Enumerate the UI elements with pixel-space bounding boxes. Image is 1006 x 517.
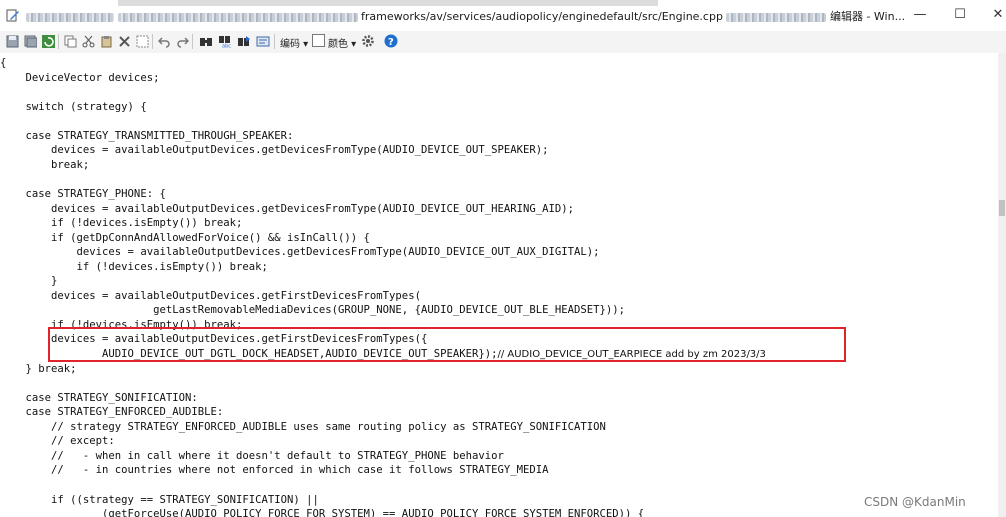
code-line: if (!devices.isEmpty()) break; [0, 216, 242, 230]
code-line-text: // - in countries where not enforced in … [0, 464, 549, 477]
redo-icon[interactable] [174, 33, 190, 49]
code-line: } [0, 274, 57, 288]
save-all-icon[interactable] [22, 33, 38, 49]
help-icon[interactable]: ? [383, 33, 399, 49]
svg-text:?: ? [388, 37, 394, 48]
code-line: } break; [0, 362, 77, 376]
save-icon[interactable] [4, 33, 20, 49]
find-replace-icon[interactable]: abc [217, 33, 233, 49]
separator [192, 34, 193, 49]
select-all-icon[interactable] [134, 33, 150, 49]
code-line-text: switch (strategy) { [0, 100, 147, 113]
code-line-text: if (getDpConnAndAllowedForVoice() && isI… [0, 231, 370, 244]
code-line-text: case STRATEGY_ENFORCED_AUDIBLE: [0, 406, 224, 419]
color-dropdown[interactable]: 颜色 ▾ [328, 35, 356, 50]
code-line: { [0, 56, 6, 70]
code-line-text: } break; [0, 362, 77, 375]
code-line-text: devices = availableOutputDevices.getDevi… [0, 202, 575, 215]
goto-line-icon[interactable] [255, 33, 271, 49]
color-checkbox[interactable] [312, 34, 325, 47]
code-line: // strategy STRATEGY_ENFORCED_AUDIBLE us… [0, 420, 606, 434]
code-line-text: getLastRemovableMediaDevices(GROUP_NONE,… [0, 304, 626, 317]
code-line: // - when in call where it doesn't defau… [0, 449, 504, 463]
code-line-text: // - when in call where it doesn't defau… [0, 449, 504, 462]
blurred-text [117, 12, 358, 22]
code-line: case STRATEGY_SONIFICATION: [0, 391, 198, 405]
copy-icon[interactable] [62, 33, 78, 49]
find-icon[interactable] [198, 33, 214, 49]
code-line: devices = availableOutputDevices.getDevi… [0, 143, 549, 157]
undo-icon[interactable] [156, 33, 172, 49]
highlight-annotation-box [48, 327, 846, 362]
code-line: devices = availableOutputDevices.getFirs… [0, 289, 421, 303]
code-line-text: { [0, 57, 7, 69]
code-line-text: case STRATEGY_SONIFICATION: [0, 391, 198, 404]
code-line-text: } [0, 275, 58, 288]
code-line-text: devices = availableOutputDevices.getDevi… [0, 246, 600, 259]
refresh-icon[interactable] [40, 33, 56, 49]
toolbar: abc 编码 ▾ 颜色 ▾ ? [0, 31, 1006, 54]
code-line-text: DeviceVector devices; [0, 71, 160, 84]
code-line-text: if ((strategy == STRATEGY_SONIFICATION) … [0, 493, 319, 506]
notepad-edit-icon [6, 9, 19, 22]
scrollbar-thumb[interactable] [999, 200, 1005, 216]
blurred-text [26, 12, 114, 22]
separator [274, 34, 275, 49]
code-line: (getForceUse(AUDIO_POLICY_FORCE_FOR_SYST… [0, 507, 644, 517]
code-line-text: if (!devices.isEmpty()) break; [0, 260, 268, 273]
code-line: getLastRemovableMediaDevices(GROUP_NONE,… [0, 303, 625, 317]
cut-icon[interactable] [80, 33, 96, 49]
code-line-text: case STRATEGY_TRANSMITTED_THROUGH_SPEAKE… [0, 129, 294, 142]
code-line-text: // except: [0, 435, 115, 448]
paste-icon[interactable] [98, 33, 114, 49]
code-line-text: // strategy STRATEGY_ENFORCED_AUDIBLE us… [0, 420, 606, 433]
code-line: break; [0, 158, 89, 172]
code-line-text: case STRATEGY_PHONE: { [0, 187, 166, 200]
code-line-text: if (!devices.isEmpty()) break; [0, 217, 243, 230]
code-line-text: (getForceUse(AUDIO_POLICY_FORCE_FOR_SYST… [0, 508, 645, 517]
delete-icon[interactable] [116, 33, 132, 49]
title-bar: frameworks/av/services/audiopolicy/engin… [0, 0, 1006, 32]
window-title: frameworks/av/services/audiopolicy/engin… [26, 8, 905, 24]
separator [152, 34, 153, 49]
code-line: devices = availableOutputDevices.getDevi… [0, 245, 600, 259]
code-line: // - in countries where not enforced in … [0, 463, 549, 477]
maximize-button[interactable]: ☐ [950, 6, 970, 24]
title-tab-blur [118, 0, 658, 6]
app-name: 编辑器 - Win... [829, 10, 906, 23]
minimize-button[interactable]: — [910, 6, 930, 24]
close-button[interactable]: ✕ [988, 6, 1006, 24]
code-editor[interactable]: { DeviceVector devices; switch (strategy… [0, 53, 998, 517]
vertical-scrollbar[interactable] [998, 53, 1006, 517]
code-line: switch (strategy) { [0, 100, 147, 114]
csdn-watermark: CSDN @KdanMin [864, 495, 966, 509]
code-line: devices = availableOutputDevices.getDevi… [0, 202, 574, 216]
blurred-text [726, 12, 827, 22]
code-line: case STRATEGY_PHONE: { [0, 187, 166, 201]
code-line: DeviceVector devices; [0, 71, 160, 85]
code-line: // except: [0, 434, 115, 448]
code-line: if (!devices.isEmpty()) break; [0, 260, 268, 274]
code-line: case STRATEGY_TRANSMITTED_THROUGH_SPEAKE… [0, 129, 294, 143]
code-line: case STRATEGY_ENFORCED_AUDIBLE: [0, 405, 224, 419]
svg-text:abc: abc [222, 43, 231, 48]
separator [58, 34, 59, 49]
code-line-text: devices = availableOutputDevices.getDevi… [0, 144, 549, 157]
code-line-text: devices = availableOutputDevices.getFirs… [0, 289, 421, 302]
settings-icon[interactable] [360, 33, 376, 49]
code-line-text: break; [0, 158, 90, 171]
code-line: if (getDpConnAndAllowedForVoice() && isI… [0, 231, 370, 245]
encoding-dropdown[interactable]: 编码 ▾ [280, 35, 308, 50]
code-line: if ((strategy == STRATEGY_SONIFICATION) … [0, 493, 319, 507]
file-path: frameworks/av/services/audiopolicy/engin… [361, 10, 723, 23]
find-next-icon[interactable] [236, 33, 252, 49]
